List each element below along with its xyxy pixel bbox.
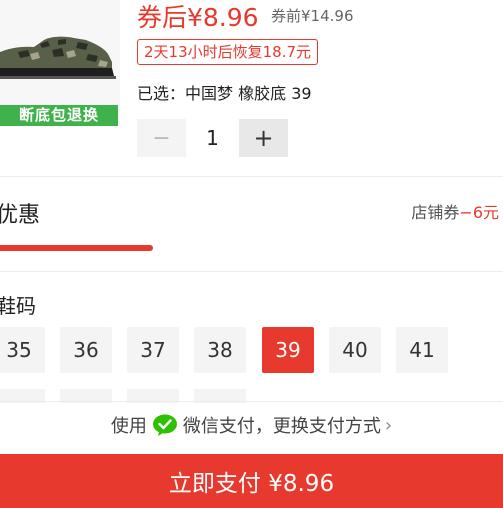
- chevron-right-icon: ›: [384, 414, 393, 436]
- product-image[interactable]: 断底包退换: [0, 0, 120, 126]
- price-before-coupon: 券前¥14.96: [271, 7, 354, 25]
- divider: [0, 176, 503, 177]
- size-option-39[interactable]: 39: [262, 327, 314, 373]
- quantity-value[interactable]: 1: [196, 119, 229, 157]
- discount-title: 优惠: [0, 203, 41, 228]
- quantity-increase-button[interactable]: +: [239, 119, 288, 157]
- discount-progress-bar: [0, 245, 153, 251]
- guarantee-badge: 断底包退换: [0, 105, 118, 126]
- shoe-image: [0, 36, 116, 79]
- coupon-label: 店铺券: [411, 203, 460, 222]
- countdown-notice: 2天13小时后恢复18.7元: [137, 39, 319, 65]
- store-coupon-row[interactable]: 店铺券−6元: [411, 199, 499, 223]
- size-option-36[interactable]: 36: [60, 327, 112, 373]
- quantity-decrease-button[interactable]: −: [137, 119, 186, 157]
- size-title: 鞋码: [0, 294, 36, 318]
- pay-now-button[interactable]: 立即支付 ¥8.96: [0, 454, 503, 508]
- selected-value: 中国梦 橡胶底 39: [185, 84, 312, 103]
- payment-method-label: 微信支付，更换支付方式: [182, 416, 381, 437]
- selected-variant: 已选：中国梦 橡胶底 39: [137, 80, 312, 104]
- coupon-amount: −6元: [459, 203, 499, 222]
- size-option-35[interactable]: 35: [0, 327, 45, 373]
- payment-method-selector[interactable]: 使用 微信支付，更换支付方式 ›: [0, 408, 503, 442]
- selected-label: 已选：: [137, 84, 186, 103]
- payment-prefix: 使用: [110, 416, 147, 437]
- size-option-38[interactable]: 38: [194, 327, 246, 373]
- size-option-37[interactable]: 37: [127, 327, 179, 373]
- size-option-40[interactable]: 40: [329, 327, 381, 373]
- divider: [0, 271, 503, 272]
- price-after-coupon: 券后¥8.96: [137, 3, 259, 32]
- size-option-41[interactable]: 41: [396, 327, 448, 373]
- divider: [0, 401, 503, 402]
- wechat-pay-icon: [152, 414, 177, 436]
